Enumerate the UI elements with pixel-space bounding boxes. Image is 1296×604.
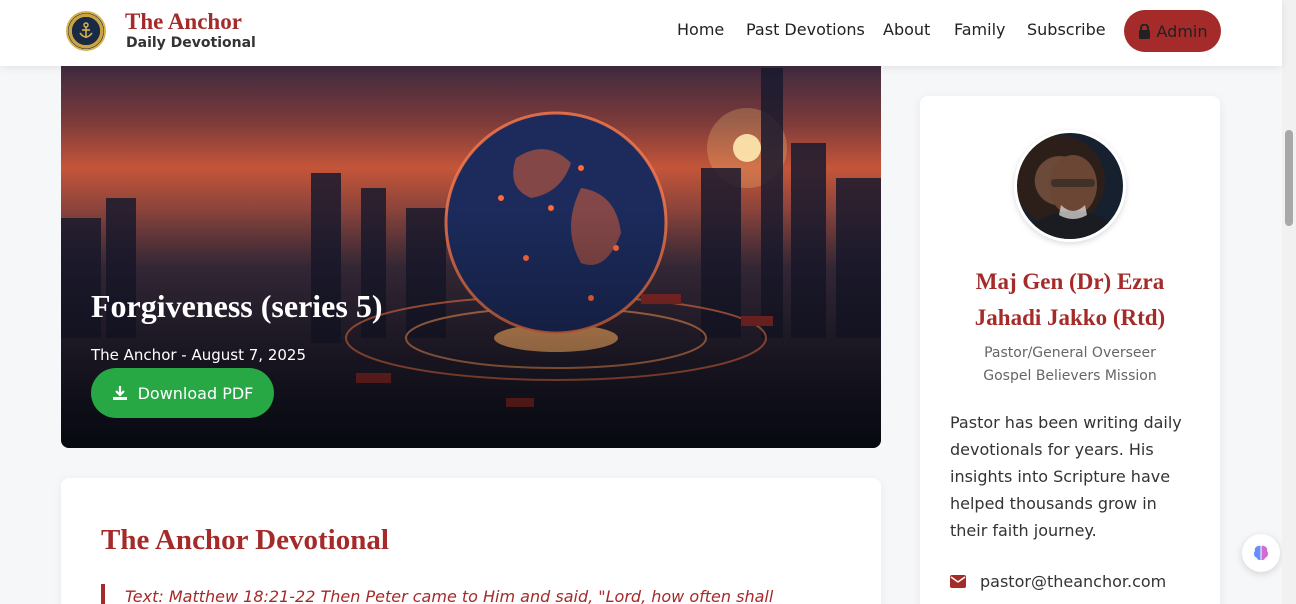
devotional-card: The Anchor Devotional Text: Matthew 18:2… [61,478,881,604]
contact-email[interactable]: pastor@theanchor.com [950,572,1166,591]
devotion-title: Forgiveness (series 5) [91,288,383,324]
download-pdf-button[interactable]: Download PDF [91,368,274,418]
brand-subtitle: Daily Devotional [126,35,256,51]
nav-home[interactable]: Home [677,20,724,39]
pastor-name: Maj Gen (Dr) Ezra Jahadi Jakko (Rtd) [974,269,1166,330]
brain-icon [1253,545,1269,560]
scripture-quote: Text: Matthew 18:21-22 Then Peter came t… [101,584,841,604]
scripture-text: Text: Matthew 18:21-22 Then Peter came t… [125,587,774,604]
anchor-glyph [79,22,93,38]
hero-banner: Forgiveness (series 5) The Anchor - Augu… [61,48,881,448]
site-header: The Anchor Daily Devotional Home Past De… [0,0,1282,66]
email-address[interactable]: pastor@theanchor.com [980,572,1166,591]
scroll-thumb[interactable] [1285,130,1293,226]
author-card: Maj Gen (Dr) Ezra Jahadi Jakko (Rtd) Pas… [920,96,1220,604]
assistant-button[interactable] [1242,534,1280,572]
nav-about[interactable]: About [883,20,930,39]
pastor-bio: Pastor has been writing daily devotional… [950,413,1182,540]
download-icon [112,386,127,400]
lock-icon [1138,23,1150,39]
avatar [1014,130,1126,242]
nav-family[interactable]: Family [954,20,1005,39]
nav-past-devotions[interactable]: Past Devotions [746,20,865,39]
brand-title[interactable]: The Anchor [125,9,242,35]
devotion-meta: The Anchor - August 7, 2025 [91,346,306,364]
download-label: Download PDF [137,383,254,403]
anchor-logo-icon[interactable] [66,11,106,51]
avatar-portrait [1027,155,1119,239]
pastor-role: Pastor/General Overseer [984,345,1156,361]
page-scrollbar[interactable] [1282,0,1296,604]
devotional-heading: The Anchor Devotional [101,524,389,556]
admin-label: Admin [1156,21,1208,41]
nav-subscribe[interactable]: Subscribe [1027,20,1106,39]
envelope-icon [950,575,966,588]
pastor-organization: Gospel Believers Mission [983,368,1157,384]
admin-button[interactable]: Admin [1124,10,1221,52]
